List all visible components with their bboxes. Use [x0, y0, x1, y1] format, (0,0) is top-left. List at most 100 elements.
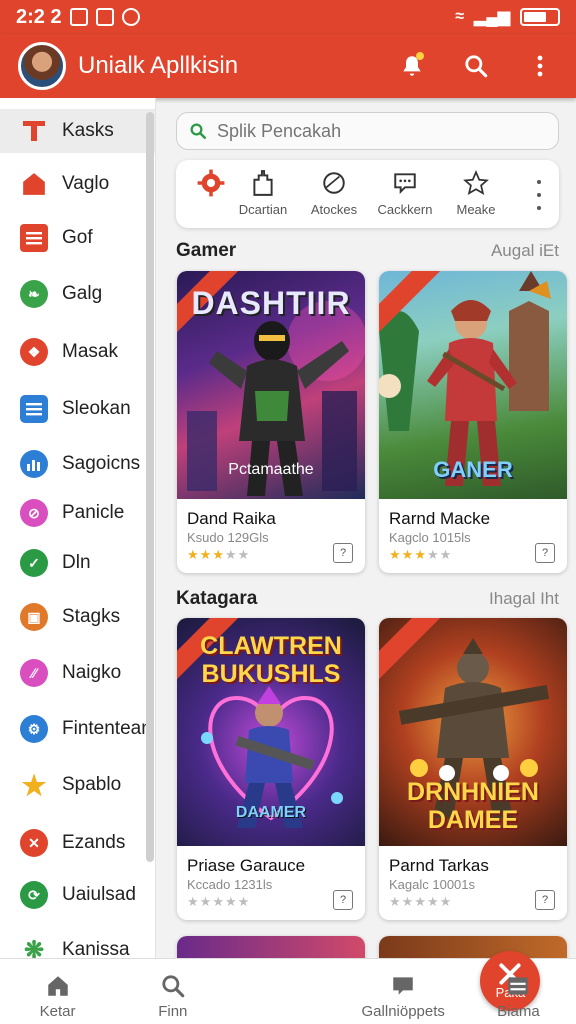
signal-icon: ▂▄▆ [474, 9, 510, 26]
star-icon: ★ [187, 894, 200, 909]
section-header-katagara: Katagara Ihagal Iht [176, 588, 559, 609]
game-meta: Ksudo 129Gls [187, 530, 269, 545]
more-vertical-icon [537, 55, 543, 77]
nav-item-finn[interactable]: Finn [115, 959, 230, 1024]
game-card-partial[interactable] [177, 936, 365, 958]
star-icon: ★ [439, 547, 453, 562]
star-icon: ★ [212, 547, 225, 562]
star-icon: ★ [237, 894, 251, 909]
sidebar-item-masak[interactable]: ❖ Masak [0, 330, 155, 374]
game-card[interactable]: DASHTIIR Pctamaathe Dand Raika Ksudo 129… [177, 271, 365, 573]
x-icon: ✕ [20, 829, 48, 857]
info-button[interactable]: ? [333, 890, 353, 910]
kasks-icon [20, 117, 48, 145]
section-see-all-link[interactable]: Augal iEt [491, 241, 559, 261]
sidebar-item-gof[interactable]: Gof [0, 216, 155, 260]
info-button[interactable]: ? [535, 543, 555, 563]
gear-icon: ⚙ [20, 715, 48, 743]
nav-item-biama[interactable]: Biama [461, 959, 576, 1024]
game-card-partial[interactable] [379, 936, 567, 958]
game-card[interactable]: DRNHNIEN DAMEE Parnd Tarkas Kagalc 10001… [379, 618, 567, 920]
search-icon [190, 123, 206, 139]
star-icon: ★ [401, 547, 415, 562]
star-icon: ★ [199, 547, 213, 562]
category-item-cackkern[interactable]: Atockes [299, 168, 369, 217]
category-item-star[interactable]: Meake [441, 168, 511, 217]
chat-icon [393, 977, 413, 995]
category-item-atockes[interactable]: Dcartian [228, 168, 298, 217]
sidebar-item-kanissa[interactable]: ❋ Kanissa [0, 928, 155, 959]
section-see-all-link[interactable]: Ihagal Iht [489, 589, 559, 609]
info-button[interactable]: ? [333, 543, 353, 563]
game-card[interactable]: CLAWTREN BUKUSHLS DAAMER Priase Garauce … [177, 618, 365, 920]
game-name: Rarnd Macke [389, 509, 491, 528]
search-bar[interactable] [176, 112, 559, 150]
game-cover-image: DASHTIIR Pctamaathe [177, 271, 365, 499]
star-icon: ★ [21, 769, 47, 801]
category-more-button[interactable] [531, 180, 547, 210]
bell-button[interactable] [392, 46, 432, 86]
sidebar-scrollbar[interactable] [146, 112, 154, 862]
overflow-menu-button[interactable] [520, 46, 560, 86]
game-cover-image: DRNHNIEN DAMEE [379, 618, 567, 846]
category-item-meake[interactable]: Cackkern [370, 168, 440, 217]
wifi-icon: ≈ [455, 8, 465, 25]
game-cover-caption: Pctamaathe [228, 461, 314, 478]
no-icon: ⊘ [20, 499, 48, 527]
star-icon [441, 168, 511, 198]
status-time: 2:2 2 [16, 5, 62, 28]
refresh-icon: ⟳ [20, 881, 48, 909]
battery-icon [520, 8, 560, 26]
search-button[interactable] [456, 46, 496, 86]
sidebar-item-vaglo[interactable]: Vaglo [0, 162, 155, 206]
search-icon [465, 55, 488, 78]
sidebar-item-kasks[interactable]: Kasks [0, 109, 155, 153]
game-name: Priase Garauce [187, 856, 306, 875]
game-cover-image [177, 936, 365, 958]
sidebar-item-spablo[interactable]: ★ Spablo [0, 763, 155, 807]
game-cover-image: CLAWTREN BUKUSHLS DAAMER [177, 618, 365, 846]
app-bar: Unialk Apllkisin [0, 34, 576, 98]
sidebar-item-panicle[interactable]: ⊘ Panicle [0, 491, 155, 535]
ball-icon [299, 168, 369, 198]
nav-item-ketar[interactable]: Ketar [0, 959, 115, 1024]
game-card[interactable]: GANER Rarnd Macke Kagclo 1015ls ★★★★★ ? [379, 271, 567, 573]
message-icon [95, 8, 114, 26]
sidebar-item-ezands[interactable]: ✕ Ezands [0, 821, 155, 865]
avatar[interactable] [18, 42, 66, 90]
sidebar-item-sleokan[interactable]: Sleokan [0, 387, 155, 431]
info-button[interactable]: ? [535, 890, 555, 910]
game-cover-image: GANER [379, 271, 567, 499]
rating-stars: ★★★★★ [187, 547, 250, 563]
leaf-icon: ❧ [20, 280, 48, 308]
star-icon: ★ [237, 547, 251, 562]
stripes-icon: ⁄⁄ [20, 659, 48, 687]
check-icon: ✓ [20, 549, 48, 577]
sidebar-item-naigko[interactable]: ⁄⁄ Naigko [0, 651, 155, 695]
target-icon: ❖ [20, 338, 48, 366]
star-icon: ★ [199, 894, 213, 909]
star-icon: ★ [389, 894, 402, 909]
list-icon [508, 977, 529, 995]
sidebar-item-sagoicns[interactable]: Sagoicns [0, 442, 155, 486]
nav-item-paka[interactable]: Paka [230, 951, 541, 1024]
sidebar-item-galg[interactable]: ❧ Galg [0, 272, 155, 316]
nav-item-gallniöppets[interactable]: Gallniöppets [346, 959, 461, 1024]
game-name: Dand Raika [187, 509, 276, 528]
sidebar-item-uaiulsad[interactable]: ⟳ Uaiulsad [0, 873, 155, 917]
game-cover-title: DASHTIIR [191, 285, 351, 321]
chart-icon [20, 450, 48, 478]
game-meta: Kagalc 10001s [389, 877, 476, 892]
status-bar: 2:2 2 ≈ ▂▄▆ [0, 0, 576, 34]
sidebar-item-fintentean[interactable]: ⚙ Fintentean [0, 707, 155, 751]
menu-icon [20, 395, 48, 423]
star-icon: ★ [414, 894, 427, 909]
chat-icon [370, 168, 440, 198]
rating-stars: ★★★★★ [389, 547, 452, 563]
game-meta: Kagclo 1015ls [389, 530, 471, 545]
plant-icon: ❋ [23, 936, 45, 959]
sidebar-item-stagks[interactable]: ▣ Stagks [0, 595, 155, 639]
sidebar-item-dln[interactable]: ✓ Dln [0, 541, 155, 585]
search-input[interactable] [217, 120, 537, 142]
star-icon: ★ [389, 547, 402, 562]
